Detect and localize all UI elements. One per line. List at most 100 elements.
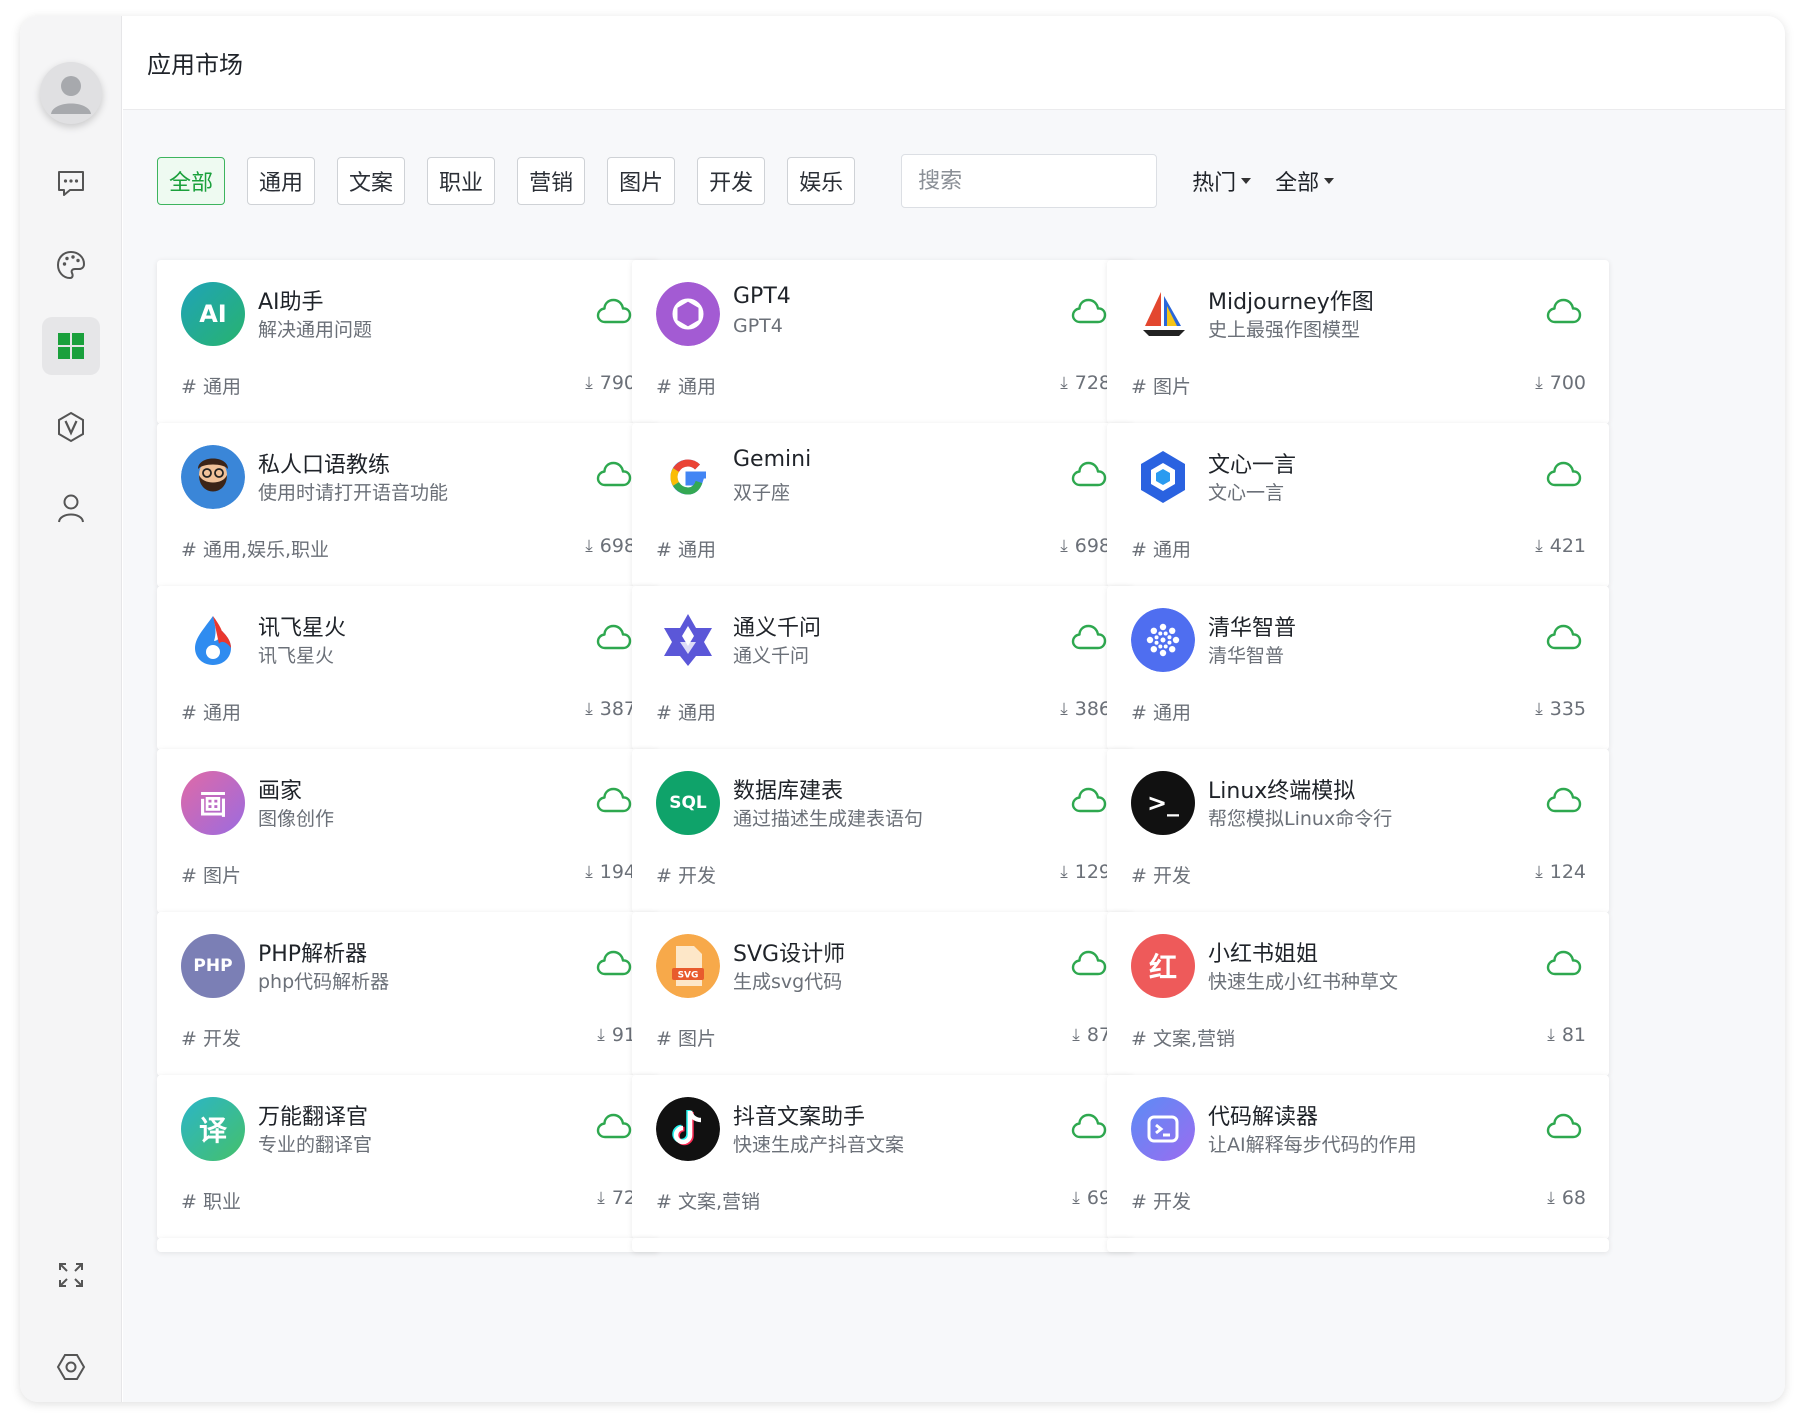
category-general[interactable]: 通用 [247, 157, 316, 205]
app-card[interactable]: 通义千问 通义千问 # 通用 ⤓ 386 [632, 586, 1134, 750]
app-card[interactable]: 私人口语教练 使用时请打开语音功能 # 通用,娱乐,职业 ⤓ 698 [157, 423, 659, 587]
category-dev[interactable]: 开发 [697, 157, 766, 205]
sidebar-item-apps[interactable] [42, 317, 100, 375]
download-arrow-icon: ⤓ [1072, 1188, 1080, 1208]
qwen-star-icon [656, 608, 720, 672]
cloud-download-icon[interactable] [595, 459, 633, 493]
app-card[interactable]: 画 画家 图像创作 # 图片 ⤓ 194 [157, 749, 659, 913]
download-number: 700 [1549, 372, 1586, 394]
app-name: 清华智普 [1208, 616, 1297, 641]
cloud-download-icon[interactable] [1545, 296, 1583, 330]
app-tags: # 通用 [1131, 702, 1191, 724]
main-content: 应用市场 全部 通用 文案 职业 营销 图片 开发 娱乐 热门 全部 AI [123, 16, 1785, 1402]
category-career[interactable]: 职业 [427, 157, 496, 205]
cloud-download-icon[interactable] [595, 785, 633, 819]
download-number: 698 [1074, 535, 1111, 557]
settings-button[interactable] [50, 1346, 92, 1388]
app-tags: # 通用 [181, 376, 241, 398]
cloud-download-icon[interactable] [1070, 296, 1108, 330]
download-arrow-icon: ⤓ [1072, 1025, 1080, 1045]
fullscreen-button[interactable] [50, 1254, 92, 1296]
caret-down-icon [1241, 178, 1252, 184]
download-arrow-icon: ⤓ [1535, 862, 1543, 882]
app-description: 生成svg代码 [733, 971, 843, 993]
app-description: 通义千问 [733, 645, 810, 667]
download-count: ⤓ 728 [1060, 372, 1111, 394]
category-marketing[interactable]: 营销 [517, 157, 586, 205]
cloud-download-icon[interactable] [1070, 1111, 1108, 1145]
cloud-download-icon[interactable] [595, 622, 633, 656]
sort-dropdown[interactable]: 热门 [1192, 165, 1252, 197]
app-card[interactable]: SVG SVG设计师 生成svg代码 # 图片 ⤓ 87 [632, 912, 1134, 1076]
sidebar-item-chat[interactable] [42, 154, 100, 212]
app-name: AI助手 [258, 290, 324, 315]
app-card[interactable]: SQL 数据库建表 通过描述生成建表语句 # 开发 ⤓ 129 [632, 749, 1134, 913]
app-description: 图像创作 [258, 808, 335, 830]
cloud-download-icon[interactable] [595, 1111, 633, 1145]
app-card[interactable]: 讯飞星火 讯飞星火 # 通用 ⤓ 387 [157, 586, 659, 750]
category-copywriting[interactable]: 文案 [337, 157, 406, 205]
app-card[interactable]: >_ Linux终端模拟 帮您模拟Linux命令行 # 开发 ⤓ 124 [1107, 749, 1609, 913]
app-description: 专业的翻译官 [258, 1134, 373, 1156]
app-description: 双子座 [733, 482, 791, 504]
app-tags: # 开发 [1131, 865, 1191, 887]
download-arrow-icon: ⤓ [1535, 536, 1543, 556]
v-badge-icon [58, 411, 84, 443]
chat-icon [58, 171, 84, 196]
palette-icon [56, 250, 86, 280]
cloud-download-icon[interactable] [1545, 459, 1583, 493]
category-image[interactable]: 图片 [607, 157, 676, 205]
download-number: 790 [599, 372, 636, 394]
cloud-download-icon[interactable] [1070, 459, 1108, 493]
app-card[interactable]: 代码解读器 让AI解释每步代码的作用 # 开发 ⤓ 68 [1107, 1075, 1609, 1239]
cloud-download-icon[interactable] [1545, 948, 1583, 982]
download-number: 194 [599, 861, 636, 883]
download-count: ⤓ 698 [585, 535, 636, 557]
sql-icon: SQL [656, 771, 720, 835]
app-card[interactable]: 清华智普 清华智普 # 通用 ⤓ 335 [1107, 586, 1609, 750]
sidebar-item-v[interactable] [42, 398, 100, 456]
avatar[interactable] [40, 62, 102, 124]
category-entertainment[interactable]: 娱乐 [787, 157, 856, 205]
app-card[interactable]: Gemini 双子座 # 通用 ⤓ 698 [632, 423, 1134, 587]
app-card[interactable]: 红 小红书姐姐 快速生成小红书种草文 # 文案,营销 ⤓ 81 [1107, 912, 1609, 1076]
sidebar-item-user[interactable] [42, 479, 100, 537]
scope-dropdown[interactable]: 全部 [1275, 165, 1335, 197]
cloud-download-icon[interactable] [1545, 785, 1583, 819]
app-name: PHP解析器 [258, 942, 368, 967]
category-all[interactable]: 全部 [157, 157, 226, 205]
download-number: 386 [1074, 698, 1111, 720]
app-tags: # 通用,娱乐,职业 [181, 539, 330, 561]
app-grid-icon [58, 333, 84, 359]
app-card[interactable]: Midjourney作图 史上最强作图模型 # 图片 ⤓ 700 [1107, 260, 1609, 424]
app-tags: # 通用 [181, 702, 241, 724]
download-arrow-icon: ⤓ [585, 699, 593, 719]
app-name: GPT4 [733, 284, 791, 309]
app-card[interactable]: 译 万能翻译官 专业的翻译官 # 职业 ⤓ 72 [157, 1075, 659, 1239]
translate-icon: 译 [181, 1097, 245, 1161]
cloud-download-icon[interactable] [1545, 1111, 1583, 1145]
app-tags: # 开发 [181, 1028, 241, 1050]
download-number: 387 [599, 698, 636, 720]
app-card[interactable]: 抖音文案助手 快速生成产抖音文案 # 文案,营销 ⤓ 69 [632, 1075, 1134, 1239]
cloud-download-icon[interactable] [1070, 948, 1108, 982]
app-card[interactable]: 文心一言 文心一言 # 通用 ⤓ 421 [1107, 423, 1609, 587]
app-description: 快速生成小红书种草文 [1208, 971, 1399, 993]
app-card[interactable]: PHP PHP解析器 php代码解析器 # 开发 ⤓ 91 [157, 912, 659, 1076]
app-card[interactable]: GPT4 GPT4 # 通用 ⤓ 728 [632, 260, 1134, 424]
app-card-partial [157, 1238, 659, 1252]
app-name: Linux终端模拟 [1208, 779, 1356, 804]
download-count: ⤓ 790 [585, 372, 636, 394]
cloud-download-icon[interactable] [1070, 785, 1108, 819]
cloud-download-icon[interactable] [1070, 622, 1108, 656]
search-input[interactable] [918, 168, 1157, 194]
cloud-download-icon[interactable] [595, 296, 633, 330]
app-tags: # 图片 [1131, 376, 1191, 398]
sidebar [20, 16, 122, 1402]
app-description: 让AI解释每步代码的作用 [1208, 1134, 1417, 1156]
download-arrow-icon: ⤓ [585, 536, 593, 556]
app-card[interactable]: AI AI助手 解决通用问题 # 通用 ⤓ 790 [157, 260, 659, 424]
cloud-download-icon[interactable] [595, 948, 633, 982]
sidebar-item-palette[interactable] [42, 236, 100, 294]
cloud-download-icon[interactable] [1545, 622, 1583, 656]
